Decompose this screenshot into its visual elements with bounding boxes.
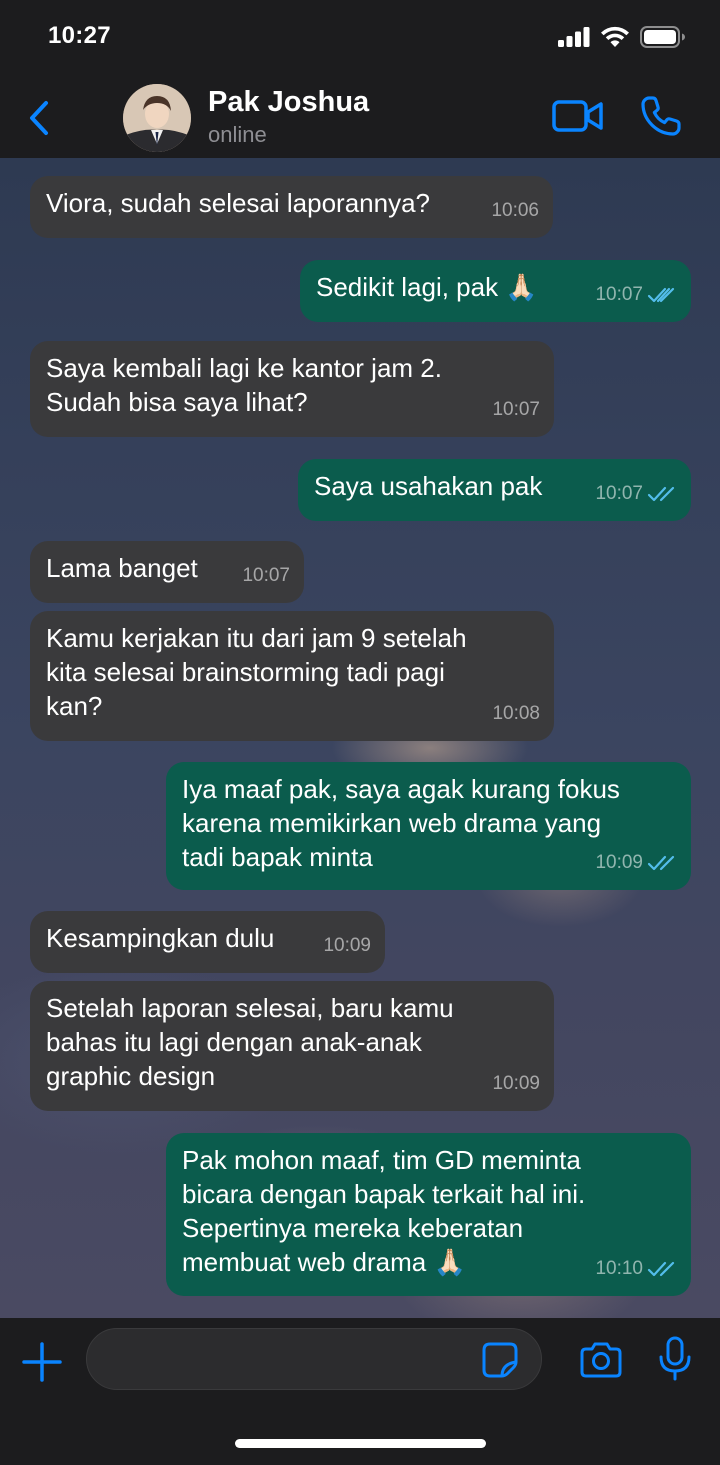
wifi-icon bbox=[601, 26, 629, 47]
status-icons bbox=[558, 26, 686, 48]
message-text: Setelah laporan selesai, baru kamu bahas… bbox=[46, 993, 454, 1091]
camera-icon[interactable] bbox=[580, 1340, 622, 1378]
phone-icon[interactable] bbox=[640, 95, 682, 137]
message-text: Viora, sudah selesai laporannya? bbox=[46, 188, 431, 218]
message-time: 10:07 bbox=[595, 477, 679, 511]
plus-icon[interactable] bbox=[22, 1342, 62, 1382]
video-camera-icon[interactable] bbox=[552, 98, 604, 134]
contact-name[interactable]: Pak Joshua bbox=[208, 86, 369, 119]
message-text: Kamu kerjakan itu dari jam 9 setelah kit… bbox=[46, 623, 467, 721]
input-bar bbox=[0, 1318, 720, 1465]
read-receipt-icon bbox=[647, 287, 675, 303]
incoming-message-bubble[interactable]: Viora, sudah selesai laporannya? 10:06 bbox=[30, 176, 553, 238]
battery-icon bbox=[640, 26, 685, 48]
avatar-portrait bbox=[123, 84, 191, 152]
home-indicator[interactable] bbox=[235, 1439, 486, 1448]
status-time: 10:27 bbox=[48, 22, 111, 49]
message-time: 10:07 bbox=[242, 559, 290, 593]
contact-status: online bbox=[208, 122, 267, 147]
message-time: 10:06 bbox=[491, 194, 539, 228]
outgoing-message-bubble[interactable]: Pak mohon maaf, tim GD meminta bicara de… bbox=[166, 1133, 691, 1296]
message-time: 10:09 bbox=[323, 929, 371, 963]
message-time: 10:09 bbox=[492, 1067, 540, 1101]
read-receipt-icon bbox=[647, 855, 675, 871]
message-time-text: 10:07 bbox=[595, 483, 643, 504]
microphone-icon[interactable] bbox=[658, 1336, 692, 1382]
incoming-message-bubble[interactable]: Setelah laporan selesai, baru kamu bahas… bbox=[30, 981, 554, 1111]
read-receipt-icon bbox=[647, 486, 675, 502]
avatar[interactable] bbox=[123, 84, 191, 152]
message-time-text: 10:09 bbox=[492, 1073, 540, 1094]
incoming-message-bubble[interactable]: Kamu kerjakan itu dari jam 9 setelah kit… bbox=[30, 611, 554, 741]
incoming-message-bubble[interactable]: Kesampingkan dulu 10:09 bbox=[30, 911, 385, 973]
chevron-left-icon[interactable] bbox=[24, 98, 54, 138]
message-time: 10:09 bbox=[595, 846, 679, 880]
message-time-text: 10:07 bbox=[242, 565, 290, 586]
message-time: 10:07 bbox=[492, 393, 540, 427]
outgoing-message-bubble[interactable]: Iya maaf pak, saya agak kurang fokus kar… bbox=[166, 762, 691, 890]
message-time-text: 10:07 bbox=[492, 399, 540, 420]
read-receipt-icon bbox=[647, 1261, 675, 1277]
sticker-icon[interactable] bbox=[482, 1342, 518, 1378]
message-text: Saya kembali lagi ke kantor jam 2. Sudah… bbox=[46, 353, 442, 417]
chat-header: Pak Joshua online bbox=[0, 78, 720, 158]
outgoing-message-bubble[interactable]: Sedikit lagi, pak 🙏🏻 10:07 bbox=[300, 260, 691, 322]
incoming-message-bubble[interactable]: Saya kembali lagi ke kantor jam 2. Sudah… bbox=[30, 341, 554, 437]
message-time: 10:08 bbox=[492, 697, 540, 731]
message-time-text: 10:09 bbox=[595, 852, 643, 873]
cellular-signal-icon bbox=[558, 27, 590, 47]
message-time: 10:07 bbox=[595, 278, 679, 312]
outgoing-message-bubble[interactable]: Saya usahakan pak 10:07 bbox=[298, 459, 691, 521]
chat-area[interactable]: Viora, sudah selesai laporannya? 10:06 S… bbox=[0, 158, 720, 1318]
status-bar: 10:27 bbox=[0, 0, 720, 78]
message-text: Kesampingkan dulu bbox=[46, 923, 275, 953]
message-time-text: 10:06 bbox=[491, 200, 539, 221]
message-time: 10:10 bbox=[595, 1252, 679, 1286]
message-time-text: 10:08 bbox=[492, 703, 540, 724]
incoming-message-bubble[interactable]: Lama banget 10:07 bbox=[30, 541, 304, 603]
message-time-text: 10:09 bbox=[323, 935, 371, 956]
message-input[interactable] bbox=[86, 1328, 542, 1390]
message-time-text: 10:10 bbox=[595, 1258, 643, 1279]
message-time-text: 10:07 bbox=[595, 284, 643, 305]
